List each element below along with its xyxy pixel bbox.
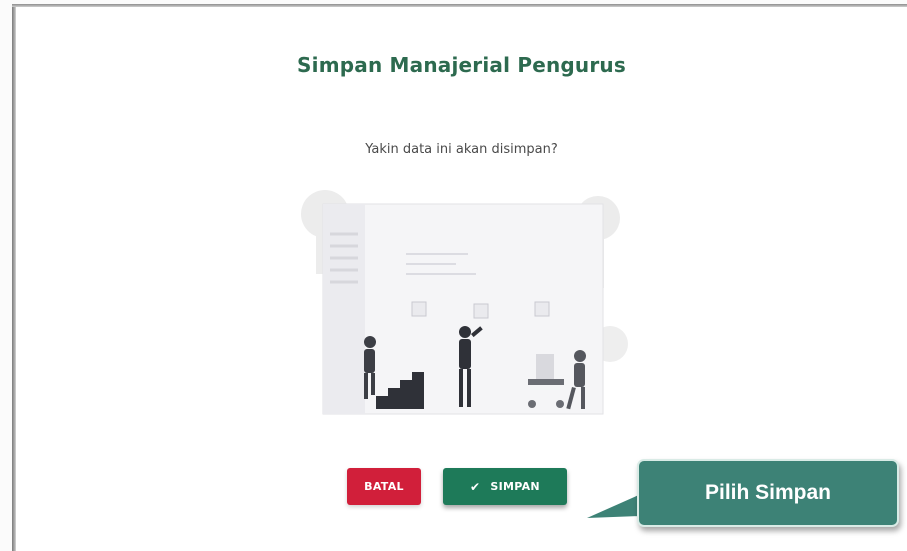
doc-tile-icon [534,301,550,317]
save-button[interactable]: ✔ SIMPAN [443,468,567,505]
clock-tile-icon [473,303,489,319]
save-button-label: SIMPAN [490,480,540,493]
dialog-message: Yakin data ini akan disimpan? [365,142,558,157]
cancel-button[interactable]: BATAL [347,468,421,505]
check-icon: ✔ [470,479,481,494]
dialog-title: Simpan Manajerial Pengurus [297,53,626,77]
image-tile-icon [411,301,427,317]
confirm-illustration [301,190,628,415]
callout-pointer [587,494,641,518]
callout-label: Pilih Simpan [637,459,899,527]
